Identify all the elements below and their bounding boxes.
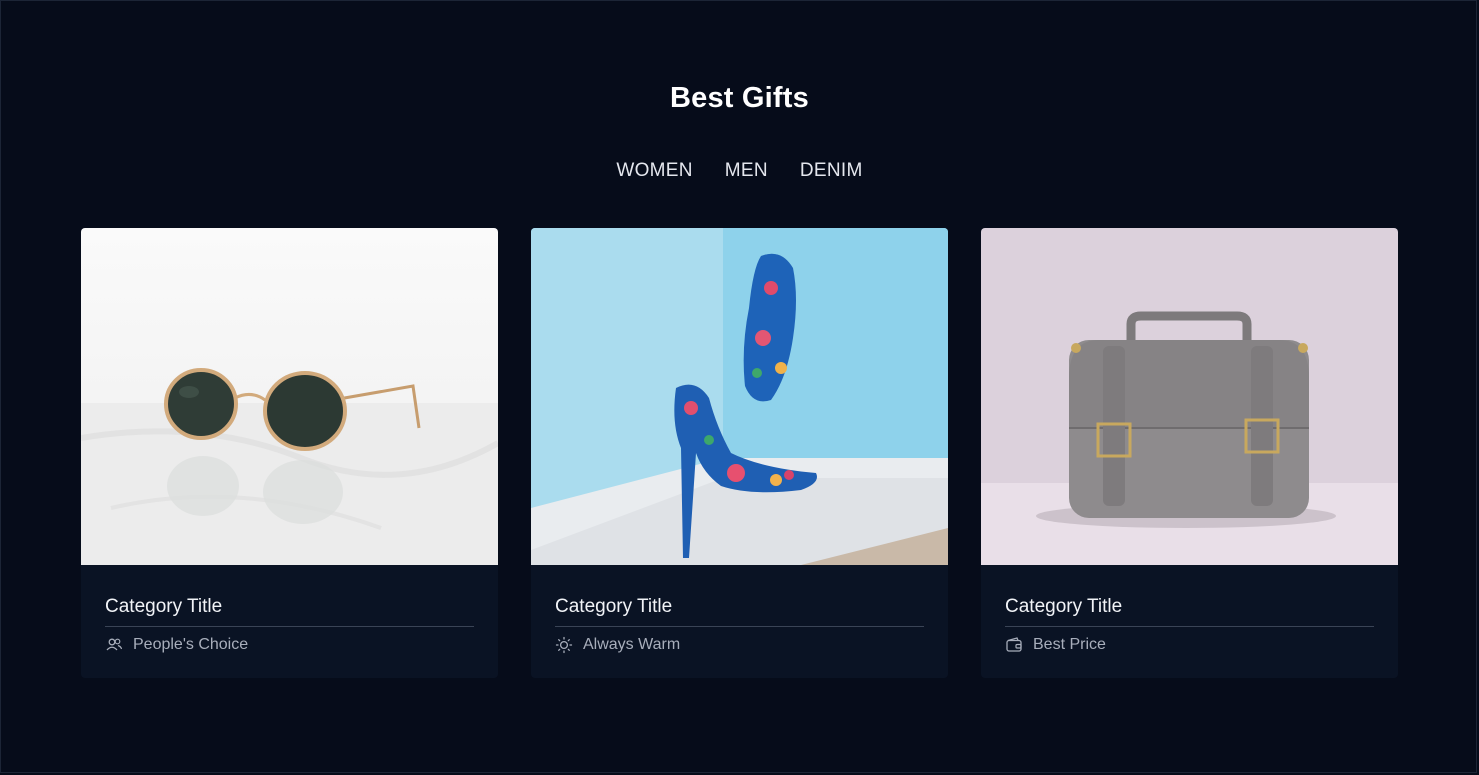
card-meta-text: Always Warm <box>583 636 681 653</box>
card-image-leather-satchel <box>981 228 1398 565</box>
card-image-sunglasses <box>81 228 498 565</box>
page-title: Best Gifts <box>670 82 809 114</box>
card-title: Category Title <box>1005 596 1374 627</box>
tab-men[interactable]: MEN <box>725 160 768 182</box>
wallet-icon <box>1006 637 1022 652</box>
category-card-1[interactable]: Category Title People's Choice <box>81 228 498 678</box>
sun-icon <box>555 636 573 654</box>
card-title: Category Title <box>555 596 924 627</box>
card-meta: Best Price <box>1005 636 1374 654</box>
card-meta-text: People's Choice <box>133 636 249 653</box>
category-card-3[interactable]: Category Title Best Price <box>981 228 1398 678</box>
category-tabs: WOMEN MEN DENIM <box>0 160 1479 182</box>
category-card-2[interactable]: Category Title Always Warm <box>531 228 948 678</box>
tab-denim[interactable]: DENIM <box>800 160 863 182</box>
card-title: Category Title <box>105 596 474 627</box>
people-icon <box>106 638 123 651</box>
card-meta-text: Best Price <box>1033 636 1106 653</box>
card-meta: People's Choice <box>105 636 474 654</box>
card-meta: Always Warm <box>555 636 924 654</box>
tab-women[interactable]: WOMEN <box>616 160 692 182</box>
card-image-high-heel-shoes <box>531 228 948 565</box>
